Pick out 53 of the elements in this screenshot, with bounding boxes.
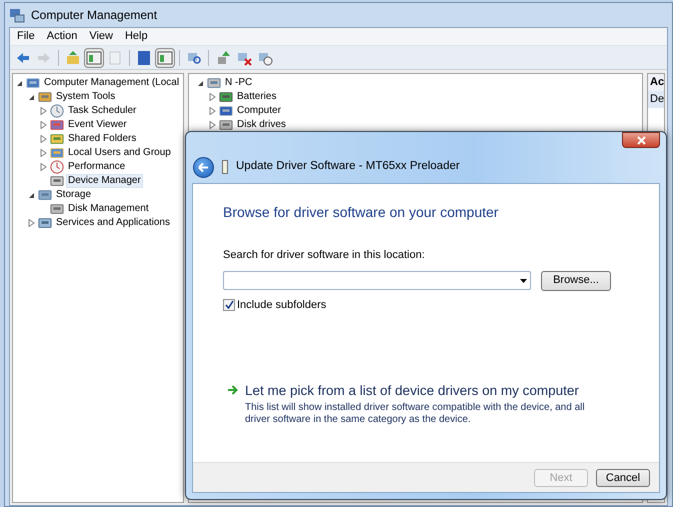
expand-arrow-icon[interactable] xyxy=(207,120,217,130)
expand-arrow-icon[interactable] xyxy=(38,106,48,116)
expand-arrow-icon[interactable] xyxy=(207,92,217,102)
computer-management-icon xyxy=(9,7,25,23)
tree-item[interactable]: Shared Folders xyxy=(66,132,138,146)
actions-item[interactable]: De xyxy=(648,91,664,108)
checkbox-label: Include subfolders xyxy=(237,298,326,312)
usb-device-icon xyxy=(222,160,228,174)
location-combo-field[interactable] xyxy=(223,271,531,290)
tree-item[interactable]: Performance xyxy=(66,160,128,174)
dialog-heading: Browse for driver software on your computer xyxy=(223,203,500,222)
tree-item[interactable]: Computer Management (Local xyxy=(42,76,182,90)
tree-item[interactable]: N -PC xyxy=(223,76,254,90)
dialog-button[interactable]: Cancel xyxy=(596,468,650,486)
checkbox[interactable] xyxy=(223,298,235,311)
tree-item[interactable]: Event Viewer xyxy=(66,118,129,132)
menu-item[interactable]: View xyxy=(86,28,116,45)
arrow-icon xyxy=(227,385,238,395)
tree-item[interactable]: Disk Management xyxy=(66,202,151,216)
expand-arrow-icon[interactable] xyxy=(38,134,48,144)
tree-item[interactable]: Batteries xyxy=(235,90,278,104)
expand-arrow-icon[interactable] xyxy=(38,120,48,130)
browse-button[interactable]: Browse... xyxy=(541,270,611,290)
tree-item[interactable]: Storage xyxy=(54,188,94,202)
tree-item[interactable]: Computer xyxy=(235,104,283,118)
close-button[interactable] xyxy=(622,132,660,148)
expand-arrow-icon[interactable] xyxy=(26,218,36,228)
check-icon xyxy=(224,300,234,310)
location-label: Search for driver software in this location: xyxy=(223,248,426,263)
dialog-title: Update Driver Software - MT65xx Preloader xyxy=(236,159,460,174)
dropdown-caret-icon xyxy=(520,278,527,282)
expand-arrow-icon[interactable] xyxy=(38,162,48,172)
expand-arrow-icon[interactable] xyxy=(38,148,48,158)
close-icon xyxy=(636,136,646,144)
pick-driver-link[interactable]: Let me pick from a list of device drivers on my computer xyxy=(245,381,610,402)
pick-driver-description: This list will show installed driver software compatible with the device, and all driver software in the same category as the device. xyxy=(245,402,586,426)
tree-item[interactable]: Device Manager xyxy=(66,174,143,188)
tree-item[interactable]: Disk drives xyxy=(235,118,288,132)
pane-icon[interactable] xyxy=(84,48,104,68)
menu-item[interactable]: Help xyxy=(122,28,151,45)
tree-item[interactable]: Services and Applications xyxy=(54,216,172,230)
back-button[interactable] xyxy=(193,156,214,178)
tree-item[interactable]: Task Scheduler xyxy=(66,104,138,118)
pane-icon[interactable] xyxy=(155,48,175,68)
menu-item[interactable]: File xyxy=(14,28,38,45)
actions-header: Ac xyxy=(648,74,664,91)
expand-arrow-icon[interactable] xyxy=(207,106,217,116)
menu-item[interactable]: Action xyxy=(44,28,80,45)
tree-item[interactable]: Local Users and Group xyxy=(66,146,173,160)
window-title: Computer Management xyxy=(31,7,158,24)
back-arrow-icon xyxy=(198,162,209,172)
clock-icon xyxy=(50,104,64,118)
tree-item[interactable]: System Tools xyxy=(54,90,118,104)
